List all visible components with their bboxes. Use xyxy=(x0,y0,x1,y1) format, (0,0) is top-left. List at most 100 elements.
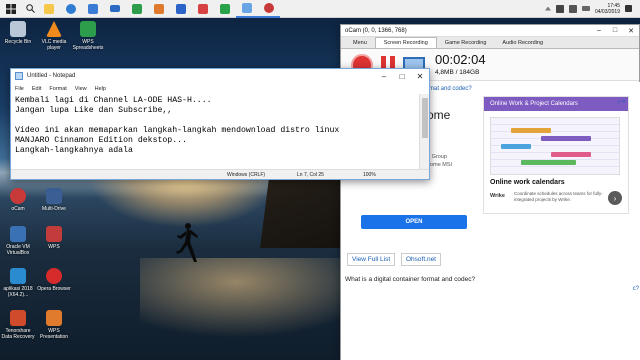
desktop-icon-label: WPS Presentation xyxy=(39,328,69,340)
tab-audio-recording[interactable]: Audio Recording xyxy=(494,37,551,48)
spreadsheet-icon xyxy=(132,3,142,14)
advertisement[interactable]: Online Work & Project Calendars ▷✕ Onlin… xyxy=(483,96,629,214)
minimize-button[interactable]: – xyxy=(375,69,393,83)
notification-icon[interactable] xyxy=(625,5,632,12)
ad-choices-icon[interactable]: ▷✕ xyxy=(618,99,626,105)
scrollbar-thumb[interactable] xyxy=(422,98,428,138)
notepad-window: Untitled - Notepad – □ ✕ File Edit Forma… xyxy=(10,68,430,180)
battery-icon[interactable] xyxy=(581,6,590,11)
ocam-tabs: Menu Screen Recording Game Recording Aud… xyxy=(341,37,639,49)
desktop-icon-label: oCam xyxy=(11,206,25,212)
taskbar-app-wps-writer[interactable] xyxy=(170,0,192,18)
desktop-icon-label: VLC media player xyxy=(41,39,67,51)
search-icon xyxy=(25,4,35,13)
text-line: Langkah-langkahnya adala xyxy=(15,146,133,155)
app-icon xyxy=(10,268,26,284)
opera-icon xyxy=(46,268,62,284)
desktop-icon-wps[interactable]: WPS xyxy=(36,226,72,250)
taskbar-app-green[interactable] xyxy=(214,0,236,18)
status-zoom: 100% xyxy=(363,171,376,178)
ocam-icon xyxy=(10,188,26,204)
tab-game-recording[interactable]: Game Recording xyxy=(437,37,495,48)
store-icon xyxy=(88,3,98,14)
close-button[interactable]: ✕ xyxy=(623,25,639,37)
maximize-button[interactable]: □ xyxy=(393,69,411,83)
notepad-icon xyxy=(15,72,23,80)
minimize-button[interactable]: – xyxy=(591,25,607,37)
group-line-2: home MSI xyxy=(427,162,453,168)
menu-file[interactable]: File xyxy=(15,86,24,92)
notepad-text-area[interactable]: Kembali lagi di Channel LA-ODE HAS-H....… xyxy=(11,94,421,170)
recovery-icon xyxy=(10,310,26,326)
text-line xyxy=(15,116,417,126)
tab-menu[interactable]: Menu xyxy=(345,37,375,48)
taskbar-app-store[interactable] xyxy=(82,0,104,18)
taskbar-app-mail[interactable] xyxy=(104,0,126,18)
heading-fragment: ome xyxy=(427,108,451,122)
right-link-fragment[interactable]: c? xyxy=(633,286,639,292)
notepad-titlebar[interactable]: Untitled - Notepad – □ ✕ xyxy=(11,69,429,83)
text-line: Jangan lupa Like dan Subscribe,, xyxy=(15,106,173,115)
group-line-1: d Group xyxy=(427,154,447,160)
tab-screen-recording[interactable]: Screen Recording xyxy=(374,37,437,48)
group-text: d Group home MSI xyxy=(427,153,452,169)
close-button[interactable]: ✕ xyxy=(411,69,429,83)
desktop-icon-ocam[interactable]: oCam xyxy=(0,188,36,212)
vertical-scrollbar[interactable] xyxy=(419,94,429,170)
desktop-icon-tenorshare[interactable]: Tenorshare Data Recovery xyxy=(0,310,36,340)
taskbar-search-button[interactable] xyxy=(22,0,38,18)
vlc-cone-icon xyxy=(46,21,62,37)
desktop-icon-oracle-vm[interactable]: Oracle VM VirtualBox xyxy=(0,226,36,256)
chevron-up-icon[interactable] xyxy=(544,6,551,11)
text-line: Video ini akan memaparkan langkah-langka… xyxy=(15,126,340,135)
recycle-bin-icon xyxy=(10,21,26,37)
taskbar-clock[interactable]: 17:45 04/03/2019 xyxy=(595,3,620,15)
clock-date: 04/03/2019 xyxy=(594,8,620,15)
chevron-right-icon[interactable]: › xyxy=(608,191,622,205)
text-line: Kembali lagi di Channel LA-ODE HAS-H.... xyxy=(15,96,212,105)
taskbar-app-notepad[interactable] xyxy=(236,0,258,18)
status-encoding: Windows (CRLF) xyxy=(227,171,266,178)
ohsoft-link[interactable]: Ohsoft.net xyxy=(401,253,441,266)
taskbar-app-file-explorer[interactable] xyxy=(38,0,60,18)
menu-help[interactable]: Help xyxy=(95,86,106,92)
desktop-icon-opera[interactable]: Opera Browser xyxy=(36,268,72,292)
codec-link[interactable]: rmat and codec? xyxy=(427,86,472,92)
taskbar-app-wps-presentation[interactable] xyxy=(148,0,170,18)
app-red-icon xyxy=(198,3,208,14)
faq-question[interactable]: What is a digital container format and c… xyxy=(345,276,475,283)
desktop-icon-aplikasi[interactable]: aplikasi 2018 (X64.2)... xyxy=(0,268,36,298)
notepad-icon xyxy=(242,2,252,13)
maximize-button[interactable]: □ xyxy=(607,25,623,37)
desktop-icon-vlc[interactable]: VLC media player xyxy=(36,21,72,51)
network-icon[interactable] xyxy=(555,4,564,13)
notepad-statusbar: Windows (CRLF) Ln 7, Col 25 100% xyxy=(11,169,429,179)
taskbar-app-ocam[interactable] xyxy=(258,0,280,18)
desktop-icon-recycle-bin[interactable]: Recycle Bin xyxy=(0,21,36,45)
desktop-icon-wps-presentation[interactable]: WPS Presentation xyxy=(36,310,72,340)
edge-icon xyxy=(66,3,76,14)
desktop-icon-wps-spreadsheets[interactable]: WPS Spreadsheets xyxy=(70,21,106,51)
menu-format[interactable]: Format xyxy=(49,86,66,92)
desktop-icon-label: aplikasi 2018 (X64.2)... xyxy=(3,286,33,298)
menu-view[interactable]: View xyxy=(75,86,87,92)
taskbar-app-wps-spreadsheets[interactable] xyxy=(126,0,148,18)
recording-size: 4,8MB / 184GB xyxy=(435,69,480,76)
notepad-title: Untitled - Notepad xyxy=(27,73,76,79)
ocam-titlebar[interactable]: oCam (0, 0, 1366, 768) – □ ✕ xyxy=(341,25,639,37)
desktop-icon-label: Oracle VM VirtualBox xyxy=(6,244,30,256)
start-button[interactable] xyxy=(0,0,22,18)
folder-icon xyxy=(44,3,54,14)
desktop-icon-label: WPS Spreadsheets xyxy=(72,39,104,51)
desktop-icon-label: Opera Browser xyxy=(37,286,71,292)
desktop-icon-multi-drive[interactable]: Multi-Drive xyxy=(36,188,72,212)
taskbar-app-edge[interactable] xyxy=(60,0,82,18)
view-full-list-button[interactable]: View Full List xyxy=(347,253,396,266)
menu-edit[interactable]: Edit xyxy=(32,86,41,92)
writer-icon xyxy=(176,3,186,14)
open-button[interactable]: OPEN xyxy=(361,215,467,229)
virtualbox-icon xyxy=(10,226,26,242)
ad-description: Coordinate schedules across teams for fu… xyxy=(514,191,603,202)
volume-icon[interactable] xyxy=(568,4,577,13)
taskbar-app-red[interactable] xyxy=(192,0,214,18)
